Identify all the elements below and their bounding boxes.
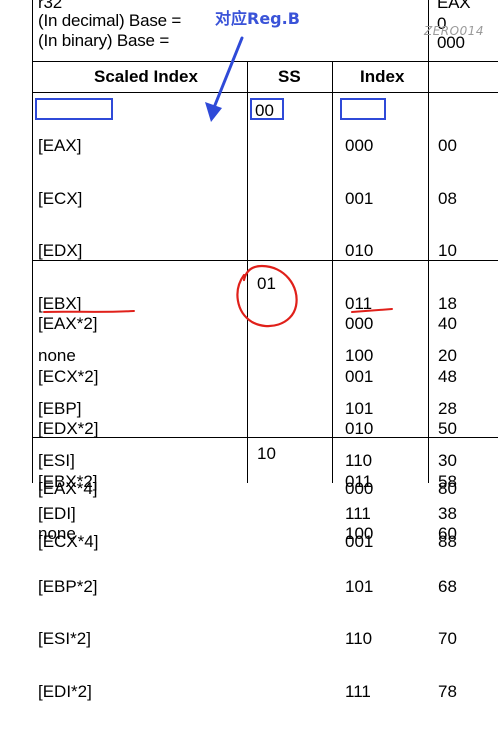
value-cell: 88 [438,531,457,551]
red-circle-ss-01 [236,264,298,328]
index-cell: 001 [345,531,374,551]
index-cell: 111 [345,681,371,701]
red-underline-ecx2 [43,310,135,313]
annotation-overlay [43,36,393,328]
scaled-index-cell: [ESI*2] [38,629,91,648]
value-cell: 70 [438,629,457,648]
blue-arrow-head [205,102,222,122]
value-cell: 78 [438,681,457,701]
scaled-index-cell: [ECX*4] [38,531,99,551]
index-cell: 110 [345,629,373,648]
scaled-index-cell: [EDI*2] [38,681,92,701]
sib-table-screenshot: r32 (In decimal) Base = (In binary) Base… [0,0,498,700]
blue-arrow-line [211,36,244,112]
red-underline-001 [351,308,393,313]
